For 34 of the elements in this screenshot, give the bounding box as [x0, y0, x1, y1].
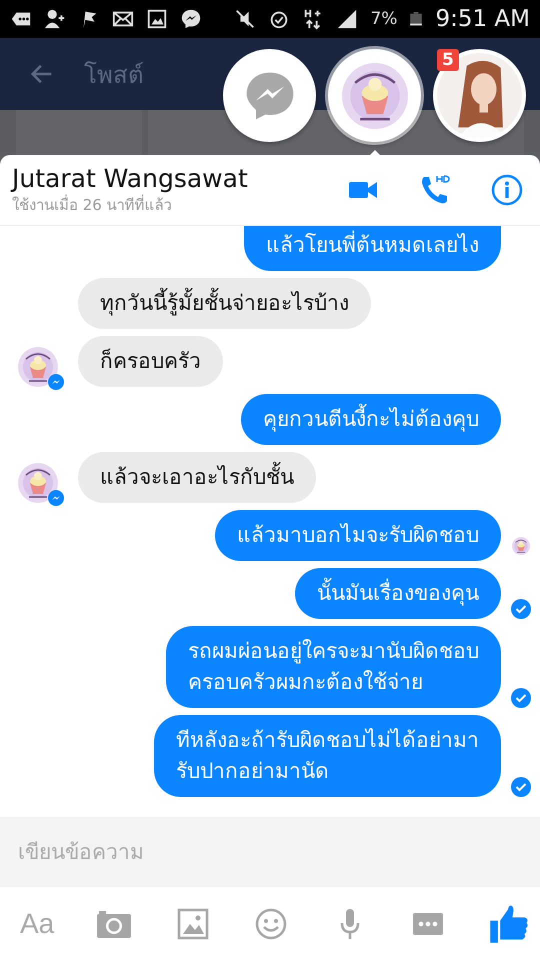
message-bubble: รถผมผ่อนอยู่ใครจะมานับผิดชอบ ครอบครัวผมกะต้องใช้จ่าย [166, 626, 501, 708]
last-active-text: ใช้งานเมื่อ 26 นาทีที่แล้ว [12, 194, 173, 216]
message-bubble: ทุกวันนี้รู้มั้ยชั้นจ่ายอะไรบ้าง [78, 278, 371, 329]
mute-icon [234, 8, 256, 30]
clock-time: 9:51 AM [435, 6, 530, 32]
sender-avatar [18, 347, 58, 387]
delivered-check-icon [511, 777, 531, 797]
image-icon [146, 8, 168, 30]
unread-badge: 5 [437, 49, 459, 71]
messenger-badge-icon [48, 374, 64, 390]
signal-icon [336, 8, 358, 30]
message-input[interactable]: เขียนข้อความ [0, 817, 540, 887]
message-bubble: ก็ครอบครัว [78, 336, 223, 387]
screen-title: โพสต์ [84, 60, 144, 90]
battery-percent: 7% [370, 9, 398, 29]
message-bubble: แล้วจะเอาอะไรกับชั้น [78, 452, 316, 503]
message-bubble: นั้นมันเรื่องของคุน [295, 568, 501, 619]
message-bubble: แล้วโยนพี่ต้นหมดเลยไง [244, 226, 501, 271]
delivered-check-icon [511, 688, 531, 708]
text-style-button[interactable]: Aa [20, 908, 54, 940]
cupcake-logo [342, 62, 408, 128]
seen-avatar [512, 537, 530, 555]
contact-name: Jutarat Wangsawat [12, 164, 249, 192]
info-icon [490, 173, 524, 207]
thumbs-up-icon [488, 902, 530, 944]
message-bubble: ทีหลังอะถ้ารับผิดชอบไม่ได้อย่ามา รับปากอย่ามานัด [154, 715, 501, 797]
sender-avatar [18, 463, 58, 503]
messenger-badge-icon [48, 490, 64, 506]
message-bubble: แล้วมาบอกไมจะรับผิดชอบ [215, 510, 501, 561]
messenger-icon [180, 8, 202, 30]
message-bubble: คุยกวนตีนงี้กะไม่ต้องคุบ [241, 394, 501, 445]
like-button[interactable] [488, 902, 530, 944]
add-person-icon [44, 8, 66, 30]
delivered-check-icon [511, 599, 531, 619]
